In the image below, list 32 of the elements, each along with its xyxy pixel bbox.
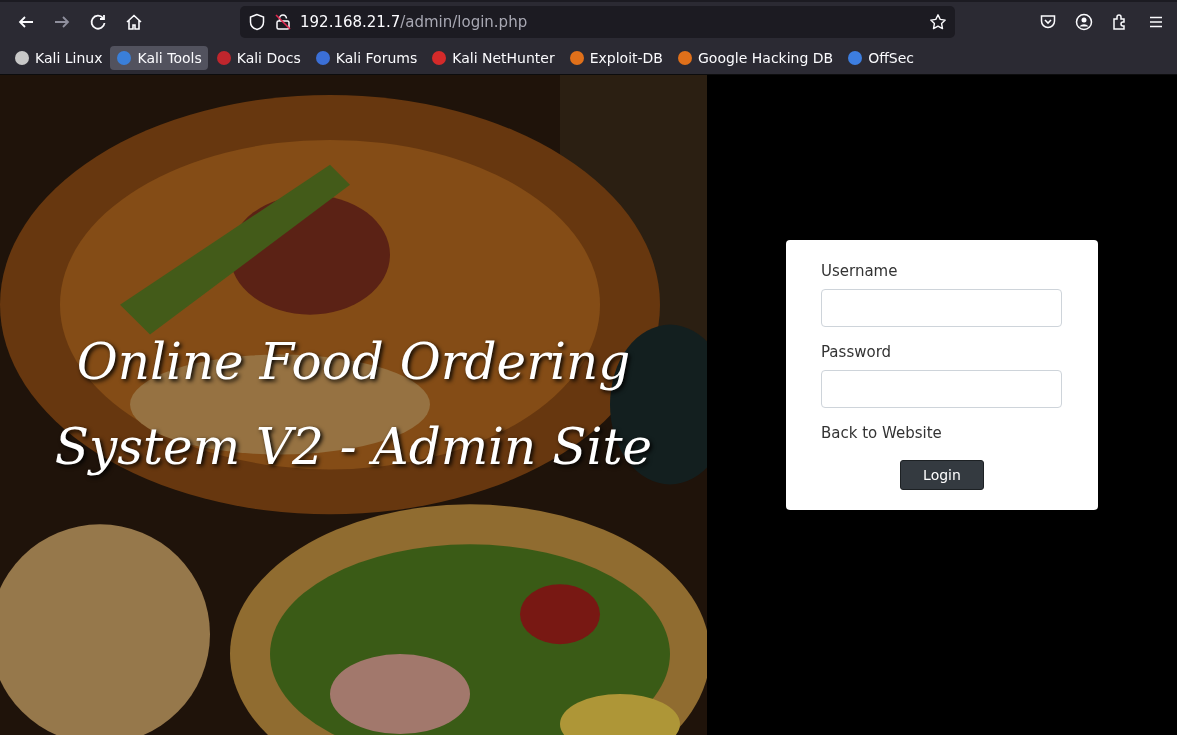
reload-icon <box>89 13 107 31</box>
bookmark-favicon-icon <box>431 50 448 66</box>
input-field[interactable] <box>821 370 1062 408</box>
star-icon[interactable] <box>929 13 947 31</box>
bookmark[interactable]: Kali Docs <box>209 46 307 70</box>
field-label: Password <box>821 343 893 361</box>
back-link[interactable]: Back to Website <box>821 424 1063 442</box>
url-text: 192.168.21.7/admin/login.php <box>300 13 529 31</box>
bookmark[interactable]: Google Hacking DB <box>671 46 840 70</box>
bookmark-favicon-icon <box>116 50 133 66</box>
input-field[interactable] <box>821 289 1062 327</box>
login-button[interactable]: Login <box>900 460 984 490</box>
bookmark[interactable]: Kali Forums <box>308 46 424 70</box>
bookmark-favicon-icon <box>314 50 331 66</box>
field-label: Username <box>821 262 899 280</box>
address-bar[interactable]: 192.168.21.7/admin/login.php <box>240 6 955 38</box>
shield-icon <box>248 13 266 31</box>
site-title: Online Food Ordering System V2 - Admin Site <box>53 332 654 478</box>
bookmark[interactable]: Kali NetHunter <box>425 46 561 70</box>
account-icon[interactable] <box>1075 13 1093 31</box>
bookmark[interactable]: Kali Tools <box>110 46 208 70</box>
bookmark-favicon-icon <box>568 50 585 66</box>
insecure-lock-icon <box>274 13 292 31</box>
bookmark[interactable]: Exploit-DB <box>562 46 669 70</box>
bookmark[interactable]: Kali Linux <box>8 46 109 70</box>
pocket-icon[interactable] <box>1039 13 1057 31</box>
bookmark-favicon-icon <box>847 50 864 66</box>
bookmark-favicon-icon <box>215 50 232 66</box>
bookmark-favicon-icon <box>677 50 693 66</box>
home-icon <box>125 13 143 31</box>
bookmark-favicon-icon <box>14 50 30 66</box>
bookmark[interactable]: OffSec <box>841 46 921 70</box>
